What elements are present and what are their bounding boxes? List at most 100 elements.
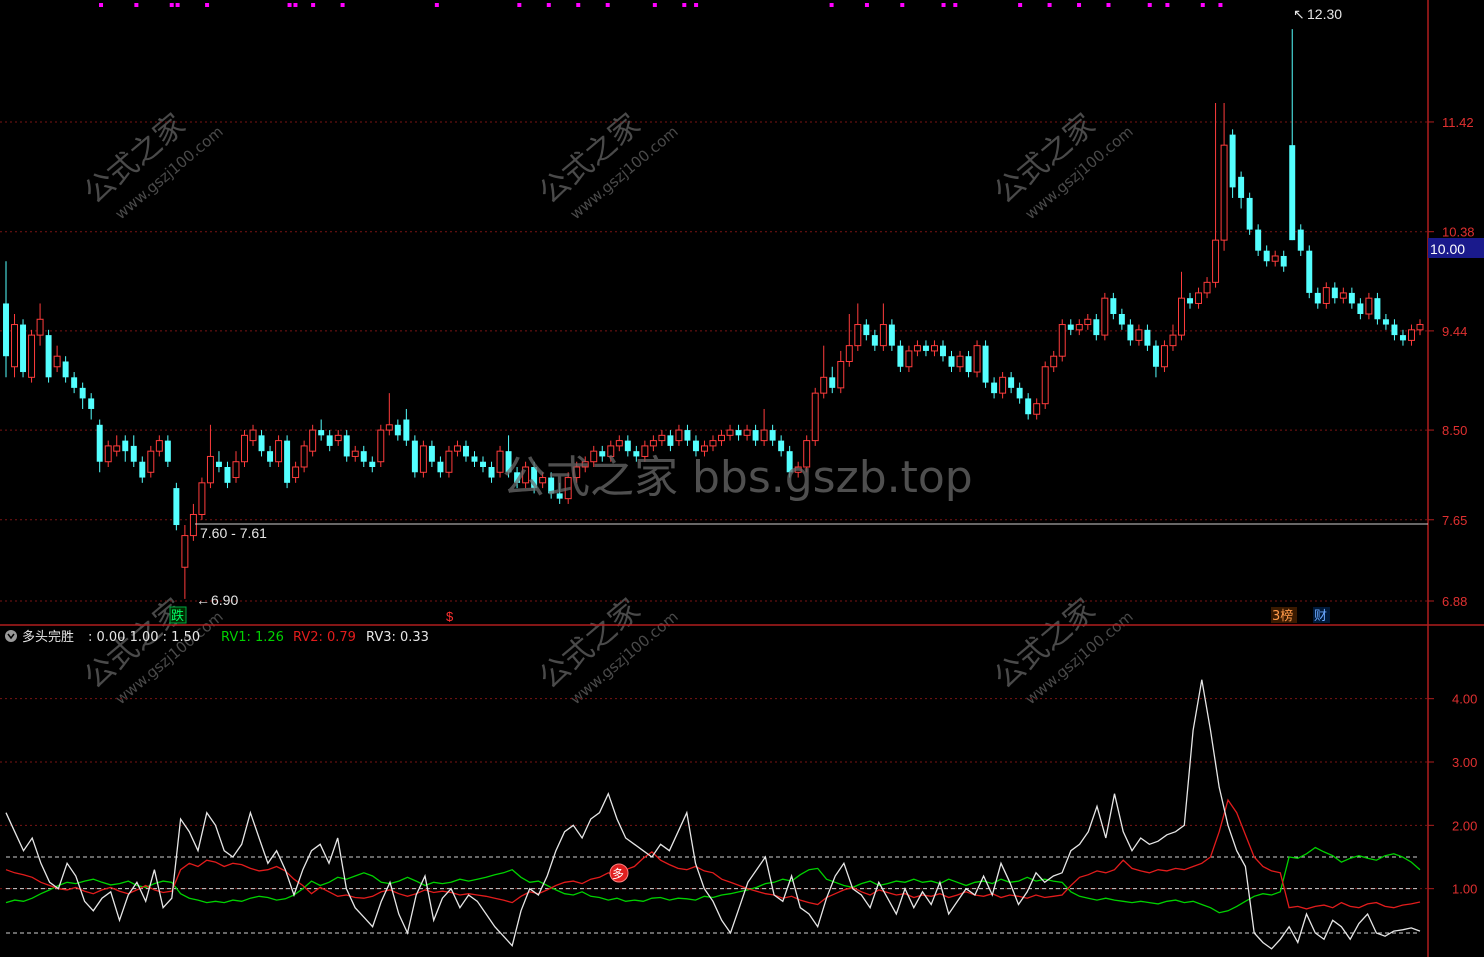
signal-dot [1165, 3, 1170, 7]
indicator-tick-label: 3.00 [1452, 755, 1477, 770]
candle-body-up [36, 318, 44, 336]
candle-body-up [999, 376, 1007, 394]
marker-board-text: 3榜 [1272, 608, 1293, 624]
candle-body-down [79, 387, 86, 399]
candle-body-up [1322, 287, 1330, 304]
signal-dot [175, 3, 180, 7]
dollar-icon[interactable]: $ [446, 609, 454, 624]
candle-body-up [845, 345, 853, 362]
signal-dot [694, 3, 699, 7]
candle-body-down [437, 461, 444, 473]
candle-body-down [778, 440, 785, 452]
candle-body-down [1067, 324, 1074, 330]
signal-dot [311, 3, 316, 7]
candle-body-down [871, 335, 878, 346]
candle-body-down [982, 345, 989, 383]
candle-body-down [480, 461, 486, 467]
candle-body-up [820, 376, 828, 394]
collapse-toggle-icon[interactable] [5, 630, 17, 642]
candle-body-down [829, 377, 836, 388]
candle-body-up [1195, 292, 1203, 304]
price-tick-label: 8.50 [1442, 423, 1467, 438]
candle-body-up [300, 445, 308, 468]
candle-body-up [198, 482, 206, 515]
candle-body-up [453, 445, 461, 452]
candle-body-down [1314, 292, 1321, 304]
candle-body-up [1101, 297, 1109, 336]
signal-dot [293, 3, 298, 7]
signal-dot [169, 3, 174, 7]
candle-body-down [215, 461, 222, 467]
candle-body-down [1263, 250, 1270, 262]
signal-dot [99, 3, 104, 7]
candle-body-up [1058, 324, 1066, 357]
candle-body-up [1203, 281, 1211, 294]
candle-body-down [1238, 176, 1245, 198]
signal-dot [546, 3, 551, 7]
candle-body-down [888, 324, 895, 346]
price-tick-label: 9.44 [1442, 324, 1467, 339]
candle-body-up [1160, 345, 1168, 368]
marker-finance-text: 财 [1314, 609, 1327, 624]
candle-body-up [113, 445, 121, 452]
candle-body-up [1408, 329, 1415, 341]
price-tick-label: 6.88 [1442, 594, 1467, 609]
candle-body-up [973, 345, 981, 373]
signal-dot [864, 3, 869, 7]
candle-body-down [1306, 250, 1313, 293]
indicator-name[interactable]: 多头完胜 [22, 629, 74, 645]
candle-body-down [735, 430, 742, 436]
candle-body-up [930, 345, 938, 352]
candle-body-down [684, 430, 691, 441]
candle-body-up [53, 355, 61, 368]
candle-body-up [28, 334, 36, 378]
rv1-label: RV1: 1.26 [221, 630, 284, 645]
candle-body-up [1365, 297, 1373, 315]
candle-body-down [1152, 345, 1159, 367]
signal-dot [900, 3, 905, 7]
candle-body-up [1178, 297, 1185, 336]
candle-body-up [760, 429, 768, 442]
high-arrow-icon: ↖ [1293, 6, 1305, 22]
candle-body-down [45, 335, 52, 378]
signal-dot [1047, 3, 1052, 7]
signal-dot [1018, 3, 1023, 7]
signal-dot [340, 3, 345, 7]
candle-body-up [709, 440, 717, 447]
high-price-label: 12.30 [1307, 6, 1342, 22]
candle-body-up [837, 360, 845, 389]
candle-body-down [96, 424, 103, 462]
candle-body-down [624, 440, 631, 452]
candle-body-down [1008, 377, 1015, 388]
signal-dot [517, 3, 522, 7]
candle-body-up [743, 429, 751, 436]
price-tick-label: 10.38 [1442, 225, 1475, 240]
candle-body-up [241, 434, 248, 463]
candle-body-down [258, 435, 265, 452]
candle-body-down [1289, 145, 1296, 241]
candle-body-down [1110, 298, 1117, 314]
candle-body-up [1075, 324, 1083, 331]
signal-dot [1218, 3, 1223, 7]
signal-dot [434, 3, 439, 7]
low-arrow-icon: ← [196, 592, 210, 608]
signal-dot [1077, 3, 1082, 7]
signal-dot [576, 3, 581, 7]
candle-body-up [658, 434, 666, 442]
candle-body-down [130, 445, 137, 462]
candle-body-down [769, 430, 776, 441]
candle-body-down [1331, 287, 1338, 299]
range-label: 7.60 - 7.61 [200, 525, 267, 541]
candle-body-down [164, 440, 171, 462]
candle-body-down [1297, 229, 1304, 251]
candle-body-down [940, 345, 946, 357]
candle-body-up [675, 429, 683, 442]
candle-body-up [1220, 144, 1228, 241]
candle-body-down [88, 398, 95, 409]
candle-body-down [428, 445, 435, 462]
chart-canvas: 公式之家 www.gszj100.com 公式之家 www.gszj100.co… [0, 0, 1484, 957]
candle-body-up [249, 429, 257, 442]
signal-dot [1147, 3, 1152, 7]
candle-body-up [445, 450, 453, 473]
watermark-center: 公式之家 bbs.gszb.top [502, 452, 973, 503]
